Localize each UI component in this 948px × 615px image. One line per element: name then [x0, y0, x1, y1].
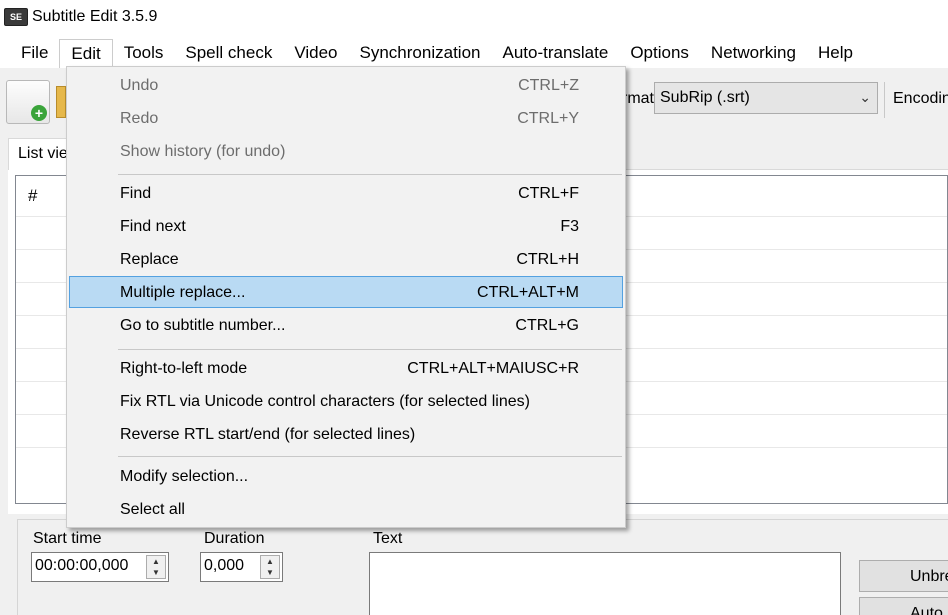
app-icon: SE: [4, 8, 28, 26]
start-time-label: Start time: [33, 530, 102, 547]
menu-separator: [118, 349, 622, 350]
new-file-button[interactable]: +: [6, 80, 50, 124]
menu-item-undo[interactable]: Undo CTRL+Z: [69, 69, 623, 101]
menu-networking[interactable]: Networking: [700, 39, 807, 67]
menu-item-right-to-left-mode[interactable]: Right-to-left mode CTRL+ALT+MAIUSC+R: [69, 352, 623, 384]
menu-item-fix-rtl-unicode[interactable]: Fix RTL via Unicode control characters (…: [69, 385, 623, 417]
duration-label: Duration: [204, 530, 265, 547]
menu-separator: [118, 456, 622, 457]
subtitle-text-input[interactable]: [369, 552, 841, 615]
menu-file[interactable]: File: [0, 39, 59, 67]
menu-help[interactable]: Help: [807, 39, 864, 67]
menu-item-go-to-subtitle-number[interactable]: Go to subtitle number... CTRL+G: [69, 309, 623, 341]
menu-item-multiple-replace[interactable]: Multiple replace... CTRL+ALT+M: [69, 276, 623, 308]
toolbar-separator: [884, 82, 885, 118]
window-title: Subtitle Edit 3.5.9: [32, 8, 158, 25]
title-bar: SE Subtitle Edit 3.5.9: [0, 0, 948, 38]
tab-list-view[interactable]: List view: [8, 138, 68, 170]
plus-icon: +: [31, 105, 47, 121]
encoding-label: Encoding: [893, 90, 948, 107]
unbreak-button[interactable]: Unbreak: [859, 560, 948, 592]
start-time-input[interactable]: 00:00:00,000 ▲ ▼: [31, 552, 169, 582]
spin-down-icon[interactable]: ▼: [152, 568, 160, 577]
menu-item-reverse-rtl[interactable]: Reverse RTL start/end (for selected line…: [69, 418, 623, 450]
menu-item-modify-selection[interactable]: Modify selection...: [69, 460, 623, 492]
duration-spinner[interactable]: ▲ ▼: [260, 555, 280, 579]
menu-item-select-all[interactable]: Select all: [69, 493, 623, 525]
menu-auto-translate[interactable]: Auto-translate: [491, 39, 619, 67]
menu-bar: File Edit Tools Spell check Video Synchr…: [0, 38, 948, 69]
open-folder-icon[interactable]: [56, 86, 66, 118]
format-select[interactable]: SubRip (.srt) ⌄: [654, 82, 878, 114]
menu-video[interactable]: Video: [283, 39, 348, 67]
auto-break-button[interactable]: Auto br: [859, 597, 948, 615]
spin-up-icon[interactable]: ▲: [152, 557, 160, 566]
menu-item-redo[interactable]: Redo CTRL+Y: [69, 102, 623, 134]
menu-item-show-history[interactable]: Show history (for undo): [69, 135, 623, 167]
menu-item-replace[interactable]: Replace CTRL+H: [69, 243, 623, 275]
start-time-value: 00:00:00,000: [35, 557, 129, 574]
duration-input[interactable]: 0,000 ▲ ▼: [200, 552, 283, 582]
menu-separator: [118, 174, 622, 175]
format-value: SubRip (.srt): [660, 89, 750, 106]
menu-item-find-next[interactable]: Find next F3: [69, 210, 623, 242]
spin-down-icon[interactable]: ▼: [266, 568, 274, 577]
duration-value: 0,000: [204, 557, 245, 574]
column-number[interactable]: #: [28, 186, 37, 206]
menu-options[interactable]: Options: [619, 39, 700, 67]
menu-synchronization[interactable]: Synchronization: [349, 39, 492, 67]
menu-item-find[interactable]: Find CTRL+F: [69, 177, 623, 209]
menu-spell-check[interactable]: Spell check: [174, 39, 283, 67]
menu-edit[interactable]: Edit: [59, 39, 113, 69]
spin-up-icon[interactable]: ▲: [266, 557, 274, 566]
start-time-spinner[interactable]: ▲ ▼: [146, 555, 166, 579]
chevron-down-icon: ⌄: [859, 89, 871, 105]
text-label: Text: [373, 530, 403, 547]
menu-tools[interactable]: Tools: [113, 39, 175, 67]
edit-menu-dropdown: Undo CTRL+Z Redo CTRL+Y Show history (for …: [66, 66, 626, 528]
